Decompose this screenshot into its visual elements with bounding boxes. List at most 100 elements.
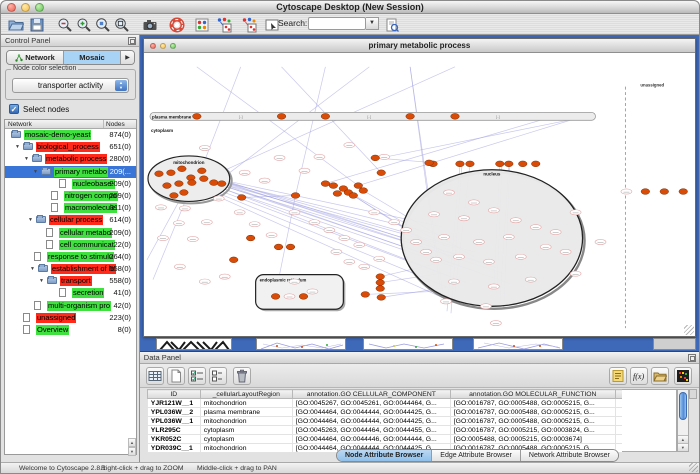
search-options-button[interactable]	[383, 16, 400, 33]
network-node[interactable]	[450, 113, 459, 119]
delete-attribute-button[interactable]	[233, 367, 251, 385]
network-node[interactable]	[495, 161, 504, 167]
expand-arrow-icon[interactable]: ▼	[39, 275, 44, 287]
tree-row-cellular-metabo[interactable]: cellular metabo209(0)	[5, 227, 136, 239]
network-node[interactable]	[531, 161, 540, 167]
table-cell[interactable]: plasma membrane	[200, 408, 292, 417]
network-node[interactable]	[286, 244, 295, 250]
table-cell[interactable]: YJR121W__1	[147, 399, 200, 408]
table-cell[interactable]: [GO:0016787, GO:0005488, GO:0005215, G..…	[450, 417, 615, 426]
table-row[interactable]: YLR295Ccytoplasm[GO:0045263, GO:0044464,…	[147, 426, 622, 435]
save-session-button[interactable]	[28, 16, 45, 33]
search-input[interactable]	[308, 17, 366, 30]
network-node[interactable]	[197, 168, 206, 174]
network-canvas[interactable]: plasma membranecytoplasmmitochondrionnuc…	[145, 54, 694, 335]
table-column-header[interactable]: annotation.GO MOLECULAR_FUNCTION	[450, 390, 615, 399]
select-attributes-button[interactable]	[188, 367, 206, 385]
tree-scrollbar[interactable]: ▲▼	[128, 438, 136, 454]
tree-row-macromolecule[interactable]: macromolecule311(0)	[5, 202, 136, 214]
network-node[interactable]	[425, 160, 434, 166]
tree-row-primary-metabo[interactable]: ▼primary metabo209(...	[5, 166, 136, 178]
layout-nodes-button[interactable]	[214, 16, 234, 33]
network-node[interactable]	[166, 170, 175, 176]
minimized-window-overview[interactable]	[156, 338, 232, 350]
table-column-header[interactable]: annotation.GO CELLULAR_COMPONENT	[292, 390, 450, 399]
table-cell[interactable]: [GO:0005488, GO:0005215, GO:0003674]	[450, 435, 615, 444]
table-cell[interactable]: YPL036W__2	[147, 408, 200, 417]
network-node[interactable]	[274, 244, 283, 250]
network-node[interactable]	[229, 257, 238, 263]
tree-row-nucleobase-[interactable]: nucleobase-209(0)	[5, 178, 136, 190]
scrollbar-thumb[interactable]	[679, 392, 687, 420]
open-session-button[interactable]	[7, 16, 24, 33]
zoom-fit-button[interactable]	[113, 16, 130, 33]
network-node[interactable]	[199, 176, 208, 182]
network-node[interactable]	[377, 170, 386, 176]
table-cell[interactable]: [GO:0045263, GO:0044464, GO:0044455, G..…	[292, 426, 450, 435]
network-window-titlebar[interactable]: primary metabolic process	[144, 39, 695, 53]
table-cell[interactable]: [GO:0016787, GO:0005488, GO:0005215, G..…	[450, 399, 615, 408]
zoom-selected-button[interactable]	[94, 16, 111, 33]
network-node[interactable]	[376, 274, 385, 280]
window-resize-grip[interactable]	[684, 325, 694, 335]
network-node[interactable]	[377, 295, 386, 301]
tab-mosaic[interactable]: Mosaic	[64, 51, 121, 64]
table-cell[interactable]: [GO:0044464, GO:0044444, GO:0044425, G..…	[292, 408, 450, 417]
help-button[interactable]	[168, 16, 185, 33]
unselect-attributes-button[interactable]	[209, 367, 227, 385]
network-node[interactable]	[376, 280, 385, 286]
network-node[interactable]	[277, 113, 286, 119]
network-node[interactable]	[333, 191, 342, 197]
tree-column-network[interactable]: Network	[5, 120, 104, 128]
table-column-header[interactable]: _cellularLayoutRegion	[200, 390, 292, 399]
network-node[interactable]	[177, 166, 186, 172]
float-panel-icon[interactable]	[128, 37, 136, 45]
tree-row-nitrogen-compo[interactable]: nitrogen compo209(0)	[5, 190, 136, 202]
table-cell[interactable]: cytoplasm	[200, 435, 292, 444]
tree-row-multi-organism-pro[interactable]: multi-organism pro42(0)	[5, 300, 136, 312]
table-cell[interactable]: mitochondrion	[200, 399, 292, 408]
formula-button[interactable]: f(x)	[630, 367, 648, 385]
network-node[interactable]	[271, 294, 280, 300]
node-color-dropdown[interactable]: transporter activity ▲▼	[12, 78, 129, 93]
network-node[interactable]	[679, 189, 688, 195]
tree-row-metabolic-process[interactable]: ▼metabolic process280(0)	[5, 153, 136, 165]
select-nodes-checkbox[interactable]: ✓	[9, 104, 19, 114]
network-node[interactable]	[162, 183, 171, 189]
network-node[interactable]	[641, 189, 650, 195]
table-row[interactable]: YKR052Ccytoplasm[GO:0044464, GO:0044446,…	[147, 435, 622, 444]
tab-node-attribute-browser[interactable]: Node Attribute Browser	[337, 450, 432, 461]
network-node[interactable]	[371, 155, 380, 161]
minimized-window-2[interactable]	[363, 338, 453, 350]
table-cell[interactable]: YDR039C__1	[147, 444, 200, 453]
tree-row-transport[interactable]: ▼transport558(0)	[5, 275, 136, 287]
table-scrollbar[interactable]: ▲▼	[677, 389, 689, 452]
table-cell[interactable]: [GO:0016787, GO:0005215, GO:0003824, G..…	[450, 426, 615, 435]
table-row[interactable]: YJR121W__1mitochondrion[GO:0045267, GO:0…	[147, 399, 622, 408]
tree-row-overview[interactable]: Overview8(0)	[5, 324, 136, 336]
tree-row-cell-communicat[interactable]: cell communicat22(0)	[5, 239, 136, 251]
tree-row-unassigned[interactable]: unassigned223(0)	[5, 312, 136, 324]
tab-network-attribute-browser[interactable]: Network Attribute Browser	[521, 450, 618, 461]
layout-network-button[interactable]	[239, 16, 259, 33]
app-resize-grip[interactable]	[689, 463, 698, 472]
network-node[interactable]	[455, 161, 464, 167]
network-node[interactable]	[349, 193, 358, 199]
table-cell[interactable]: [GO:0045267, GO:0045261, GO:0044464, G..…	[292, 399, 450, 408]
tab-network[interactable]: Network	[7, 51, 64, 64]
tree-row-establishment-of-lo[interactable]: ▼establishment of lo558(0)	[5, 263, 136, 275]
attribute-notes-button[interactable]	[609, 367, 627, 385]
table-cell[interactable]: [GO:0016787, GO:0005488, GO:0005215, G..…	[450, 408, 615, 417]
import-attributes-button[interactable]	[651, 367, 669, 385]
network-node[interactable]	[354, 183, 363, 189]
tree-row-cellular-process[interactable]: ▼cellular process614(0)	[5, 214, 136, 226]
expand-arrow-icon[interactable]: ▼	[24, 153, 29, 165]
network-node[interactable]	[192, 113, 201, 119]
network-node[interactable]	[406, 113, 415, 119]
network-node[interactable]	[179, 190, 188, 196]
network-node[interactable]	[361, 292, 370, 298]
network-node[interactable]	[299, 294, 308, 300]
table-row[interactable]: YPL036W__2plasma membrane[GO:0044464, GO…	[147, 408, 622, 417]
network-node[interactable]	[465, 161, 474, 167]
matrix-view-button[interactable]	[674, 367, 692, 385]
